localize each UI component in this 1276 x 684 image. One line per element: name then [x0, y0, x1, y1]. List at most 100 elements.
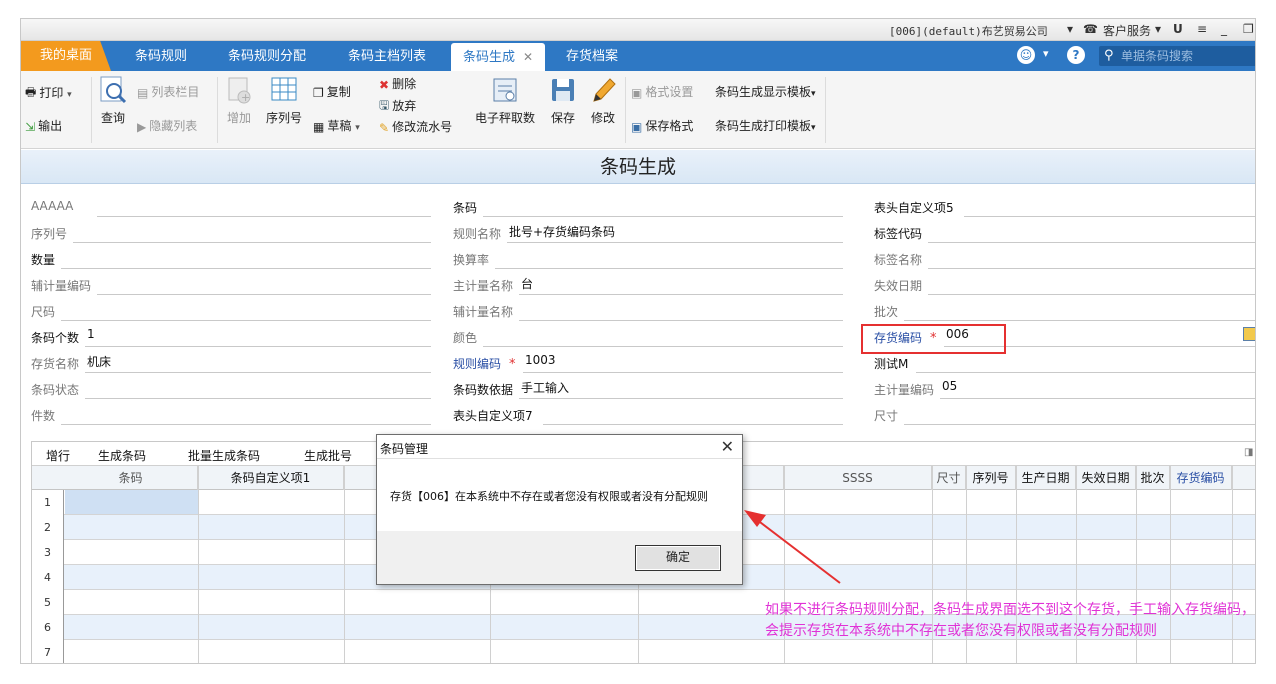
form-field[interactable]: 数量: [31, 247, 431, 271]
field-label: 存货名称: [31, 357, 80, 371]
form-field[interactable]: AAAAA: [31, 195, 431, 219]
batch-generate-button[interactable]: 批量生成条码: [188, 447, 260, 464]
list-columns-button[interactable]: ▤ 列表栏目: [137, 83, 199, 100]
form-field[interactable]: 规则编码 * 1003: [453, 351, 843, 375]
form-field[interactable]: 尺寸: [874, 403, 1255, 427]
generate-batch-button[interactable]: 生成批号: [304, 447, 352, 464]
field-label: 条码个数: [31, 331, 80, 345]
edit-button[interactable]: 修改: [585, 75, 621, 126]
draft-button[interactable]: ▦ 草稿 ▾: [313, 117, 360, 134]
column-header[interactable]: 存货编码: [1170, 466, 1232, 490]
form-field[interactable]: 主计量编码 05: [874, 377, 1255, 401]
form-field[interactable]: 失效日期: [874, 273, 1255, 297]
tab-inventory-archive[interactable]: 存货档案: [553, 43, 631, 71]
table-row[interactable]: 7: [32, 640, 1255, 663]
form-field[interactable]: 标签代码: [874, 221, 1255, 245]
print-button[interactable]: 🖶 打印 ▾: [25, 83, 72, 104]
form-field[interactable]: 颜色: [453, 325, 843, 349]
form-field[interactable]: 表头自定义项7: [453, 403, 843, 427]
discard-button[interactable]: 🖫 放弃: [379, 96, 416, 117]
field-label: 条码数依据: [453, 383, 514, 397]
export-button[interactable]: ⇲ 输出: [25, 117, 62, 134]
row-number: 6: [32, 615, 64, 640]
form-field[interactable]: 条码: [453, 195, 843, 219]
copy-button[interactable]: ❐ 复制: [313, 83, 351, 100]
form-field[interactable]: 存货名称 机床: [31, 351, 431, 375]
form-field[interactable]: 批次: [874, 299, 1255, 323]
add-button[interactable]: + 增加: [221, 75, 257, 126]
column-header[interactable]: 批次: [1136, 466, 1170, 490]
delete-button[interactable]: ✖ 删除: [379, 75, 416, 92]
form-field[interactable]: 辅计量名称: [453, 299, 843, 323]
field-label: 规则名称: [453, 227, 502, 241]
form-field[interactable]: 辅计量编码: [31, 273, 431, 297]
form-field[interactable]: 表头自定义项5: [874, 195, 1255, 219]
tab-barcode-rules[interactable]: 条码规则: [121, 43, 201, 71]
display-template-select[interactable]: 条码生成显示模板▾: [715, 83, 816, 100]
minimize-icon[interactable]: _: [1221, 22, 1227, 36]
chevron-down-icon: ▾: [67, 90, 72, 100]
serial-button[interactable]: 序列号: [263, 75, 305, 126]
save-button[interactable]: 保存: [545, 75, 581, 126]
search-input[interactable]: ⚲ 单据条码搜索: [1099, 46, 1255, 66]
column-header[interactable]: 序列号: [966, 466, 1016, 490]
column-header[interactable]: SSSS: [784, 466, 932, 490]
company-selector[interactable]: [006](default)布艺贸易公司: [889, 23, 1048, 39]
help-icon[interactable]: ?: [1067, 46, 1085, 64]
form-field[interactable]: 条码状态: [31, 377, 431, 401]
form-field[interactable]: 件数: [31, 403, 431, 427]
close-icon[interactable]: ✕: [721, 437, 734, 456]
field-label: 辅计量编码: [31, 279, 92, 293]
form-field[interactable]: 测试M: [874, 351, 1255, 375]
generate-barcode-button[interactable]: 生成条码: [98, 447, 146, 464]
column-header[interactable]: 失效日期: [1076, 466, 1136, 490]
field-underline: [495, 268, 843, 269]
form-field[interactable]: 序列号: [31, 221, 431, 245]
edit-label: 修改: [590, 111, 615, 125]
expand-icon[interactable]: ◨: [1244, 447, 1253, 458]
scale-button[interactable]: 电子秤取数: [471, 75, 539, 126]
modify-serial-button[interactable]: ✎ 修改流水号: [379, 118, 452, 135]
chevron-down-icon[interactable]: ▾: [1043, 47, 1049, 60]
scale-label: 电子秤取数: [474, 111, 535, 125]
save-format-button[interactable]: ▣ 保存格式: [631, 117, 693, 134]
column-header[interactable]: 生产日期: [1016, 466, 1076, 490]
field-value: 05: [942, 379, 958, 393]
tab-rule-assignment[interactable]: 条码规则分配: [217, 43, 317, 71]
print-template-select[interactable]: 条码生成打印模板▾: [715, 117, 816, 134]
disk-icon: 🖫: [379, 98, 390, 112]
column-header[interactable]: 条码: [64, 466, 198, 490]
column-header[interactable]: 条码自定义项1: [198, 466, 344, 490]
reference-icon[interactable]: [1243, 327, 1255, 341]
add-row-button[interactable]: 增行: [46, 447, 70, 464]
menu-icon[interactable]: ≡: [1197, 22, 1207, 36]
form-field[interactable]: 尺码: [31, 299, 431, 323]
tab-barcode-generate[interactable]: 条码生成 ✕: [451, 43, 545, 71]
chevron-down-icon[interactable]: ▾: [1155, 22, 1161, 36]
form-field[interactable]: 主计量名称台: [453, 273, 843, 297]
restore-icon[interactable]: ❐: [1243, 22, 1254, 36]
selected-cell[interactable]: [65, 490, 198, 514]
tab-home[interactable]: 我的桌面: [21, 41, 111, 71]
form-field[interactable]: 条码数依据 手工输入: [453, 377, 843, 401]
query-button[interactable]: 查询: [95, 75, 131, 126]
u-button[interactable]: U: [1173, 22, 1183, 36]
hide-list-button[interactable]: ▶ 隐藏列表: [137, 117, 197, 134]
ok-button[interactable]: 确定: [635, 545, 721, 571]
form-field[interactable]: 换算率: [453, 247, 843, 271]
format-settings-button[interactable]: ▣ 格式设置: [631, 83, 693, 100]
field-underline: [519, 398, 843, 399]
field-underline: [73, 242, 431, 243]
form-field[interactable]: 条码个数 1: [31, 325, 431, 349]
tab-master-list[interactable]: 条码主档列表: [337, 43, 437, 71]
close-icon[interactable]: ✕: [523, 50, 533, 64]
form-field[interactable]: 规则名称 批号+存货编码条码: [453, 221, 843, 245]
field-underline: [964, 216, 1255, 217]
customer-service-menu[interactable]: 客户服务: [1103, 22, 1151, 39]
chevron-down-icon[interactable]: ▾: [1067, 22, 1073, 36]
smiley-icon[interactable]: ☺: [1017, 46, 1035, 64]
form-field[interactable]: 标签名称: [874, 247, 1255, 271]
column-header[interactable]: 尺寸: [932, 466, 966, 490]
field-label: 数量: [31, 253, 56, 267]
field-underline: [97, 294, 431, 295]
